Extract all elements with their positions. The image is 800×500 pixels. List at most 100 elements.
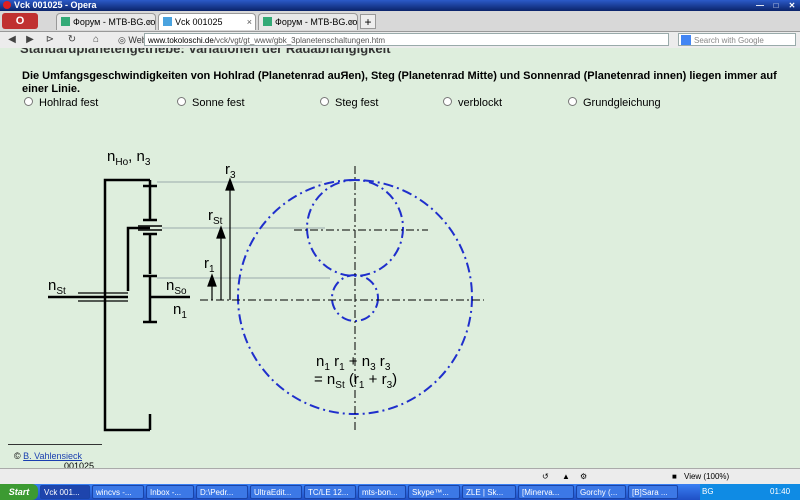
label-n-ho-n3: nHo, n3 [107,148,151,168]
taskbar-item[interactable]: wincvs -... [92,485,144,499]
fast-forward-icon[interactable]: ⊳ [42,33,58,47]
formula-part: ) [392,371,397,388]
formula-part: n [316,353,324,370]
ring-gear-outline [103,178,150,432]
taskbar-item[interactable]: D:\Pedr... [196,485,248,499]
label-sub-1: 1 [181,310,187,321]
opera-logo-icon [3,1,11,9]
formula-line-1: n1 r1 + n3 r3 [316,353,391,373]
tab-label: Форум - MTB-BG.com • V... [73,17,156,27]
rst-arrowhead [216,225,226,239]
new-tab-button[interactable]: + [360,14,376,29]
close-tab-icon[interactable]: × [147,14,152,30]
credit: © B. Vahlensieck 001025 [14,451,94,468]
back-icon[interactable]: ◀ [4,33,20,47]
settings-icon[interactable]: ⚙ [580,469,587,485]
label-n3: , n [128,148,145,165]
close-tab-icon[interactable]: × [349,14,354,30]
minimize-button[interactable]: — [752,0,768,10]
status-bar: ■ View (100%) ↺ ▲ ⚙ [0,468,800,485]
taskbar-item[interactable]: Vck 001... [40,485,90,499]
label-sub-1: 1 [209,264,215,275]
google-icon [681,35,691,45]
taskbar: Start Vck 001... wincvs -... Inbox -... … [0,484,800,500]
page-favicon-icon [163,17,172,26]
system-tray: BG 01:40 [700,484,800,500]
navigation-bar: ◀ ▶ ⊳ ↻ ⌂ ◎ Web www.tokoloschi.de/vck/vg… [0,32,800,49]
diagram-labels: nHo, n3 nSt nSo n1 r3 rSt r1 [48,148,236,321]
taskbar-item[interactable]: Skype™... [408,485,460,499]
formula-sub: St [335,380,345,391]
formula-part: + r [364,371,386,388]
carrier-outline [126,226,150,291]
gear-schematic [48,178,190,432]
taskbar-item[interactable]: Inbox -... [146,485,194,499]
taskbar-item[interactable]: TC/LE 12... [304,485,356,499]
tab-mtb-forum-2[interactable]: Форум - MTB-BG.com • V...× [258,13,358,30]
label-sub-3: 3 [230,170,236,181]
web-button[interactable]: ◎ Web [118,33,147,47]
label-sub-st: St [56,286,66,297]
search-field[interactable]: Search with Google [678,33,796,46]
label-sub-3: 3 [145,157,151,168]
clock: 01:40 [770,487,791,496]
tab-label: Форум - MTB-BG.com • V... [275,17,358,27]
maximize-button[interactable]: □ [768,0,784,10]
address-field[interactable]: www.tokoloschi.de/vck/vgt/gt_www/gbk_3pl… [144,33,669,46]
planetary-gear-diagram: nHo, n3 nSt nSo n1 r3 rSt r1 n1 r1 + n3 … [48,148,484,432]
close-tab-icon[interactable]: × [247,14,252,30]
taskbar-item[interactable]: Gorchy (... [576,485,626,499]
label-n: n [107,148,115,165]
opera-menu-button[interactable]: O [2,13,38,29]
forum-favicon-icon [263,17,272,26]
radius-arrows [207,177,235,300]
window-title: Vck 001025 - Opera [14,0,97,10]
formula-line-2: = nSt (r1 + r3) [314,371,397,391]
label-n: n [166,277,174,294]
start-button[interactable]: Start [0,484,38,500]
author-link[interactable]: B. Vahlensieck [23,451,82,461]
taskbar-item[interactable]: [Minerva... [518,485,574,499]
close-window-button[interactable]: ✕ [784,0,800,10]
tab-bar: O Форум - MTB-BG.com • V...× Vck 001025×… [0,11,800,32]
tab-mtb-forum-1[interactable]: Форум - MTB-BG.com • V...× [56,13,156,30]
label-n: n [48,277,56,294]
zoom-level[interactable]: View (100%) [684,469,729,485]
formula-part: = n [314,371,335,388]
forward-icon[interactable]: ▶ [22,33,38,47]
tab-vck[interactable]: Vck 001025 × [158,13,256,30]
turbo-icon[interactable]: ▲ [562,469,570,485]
label-n-st: nSt [48,277,66,297]
reload-icon[interactable]: ↻ [64,33,80,47]
zoom-icon[interactable]: ■ [672,469,677,485]
label-r3: r3 [225,161,236,181]
label-r1: r1 [204,255,215,275]
address-path: /vck/vgt/gt_www/gbk_3planetenschaltungen… [213,36,386,45]
formula: n1 r1 + n3 r3 = nSt (r1 + r3) [314,353,397,391]
label-sub-so: So [174,286,187,297]
search-placeholder: Search with Google [694,36,764,45]
label-n: n [173,301,181,318]
copyright-icon: © [14,451,24,461]
address-host: www.tokoloschi.de [148,36,214,45]
r1-arrowhead [207,273,217,287]
tab-label: Vck 001025 [175,17,223,27]
label-rst: rSt [208,207,223,227]
formula-part: r [330,353,339,370]
label-sub-st: St [213,216,223,227]
taskbar-item[interactable]: ZLE | Sk... [462,485,516,499]
sync-icon[interactable]: ↺ [542,469,549,485]
taskbar-item[interactable]: mts-bon... [358,485,406,499]
credit-divider [8,444,102,445]
label-n-so: nSo [166,277,187,297]
language-indicator[interactable]: BG [700,484,714,500]
label-sub-ho: Ho [115,157,128,168]
window-titlebar: Vck 001025 - Opera — □ ✕ [0,0,800,11]
formula-part: + n [345,353,370,370]
formula-part: r [376,353,385,370]
home-icon[interactable]: ⌂ [88,33,104,47]
globe-icon: ◎ [118,35,129,45]
taskbar-item[interactable]: [B]Sara ... [628,485,678,499]
taskbar-item[interactable]: UltraEdit... [250,485,302,499]
formula-part: (r [345,371,359,388]
